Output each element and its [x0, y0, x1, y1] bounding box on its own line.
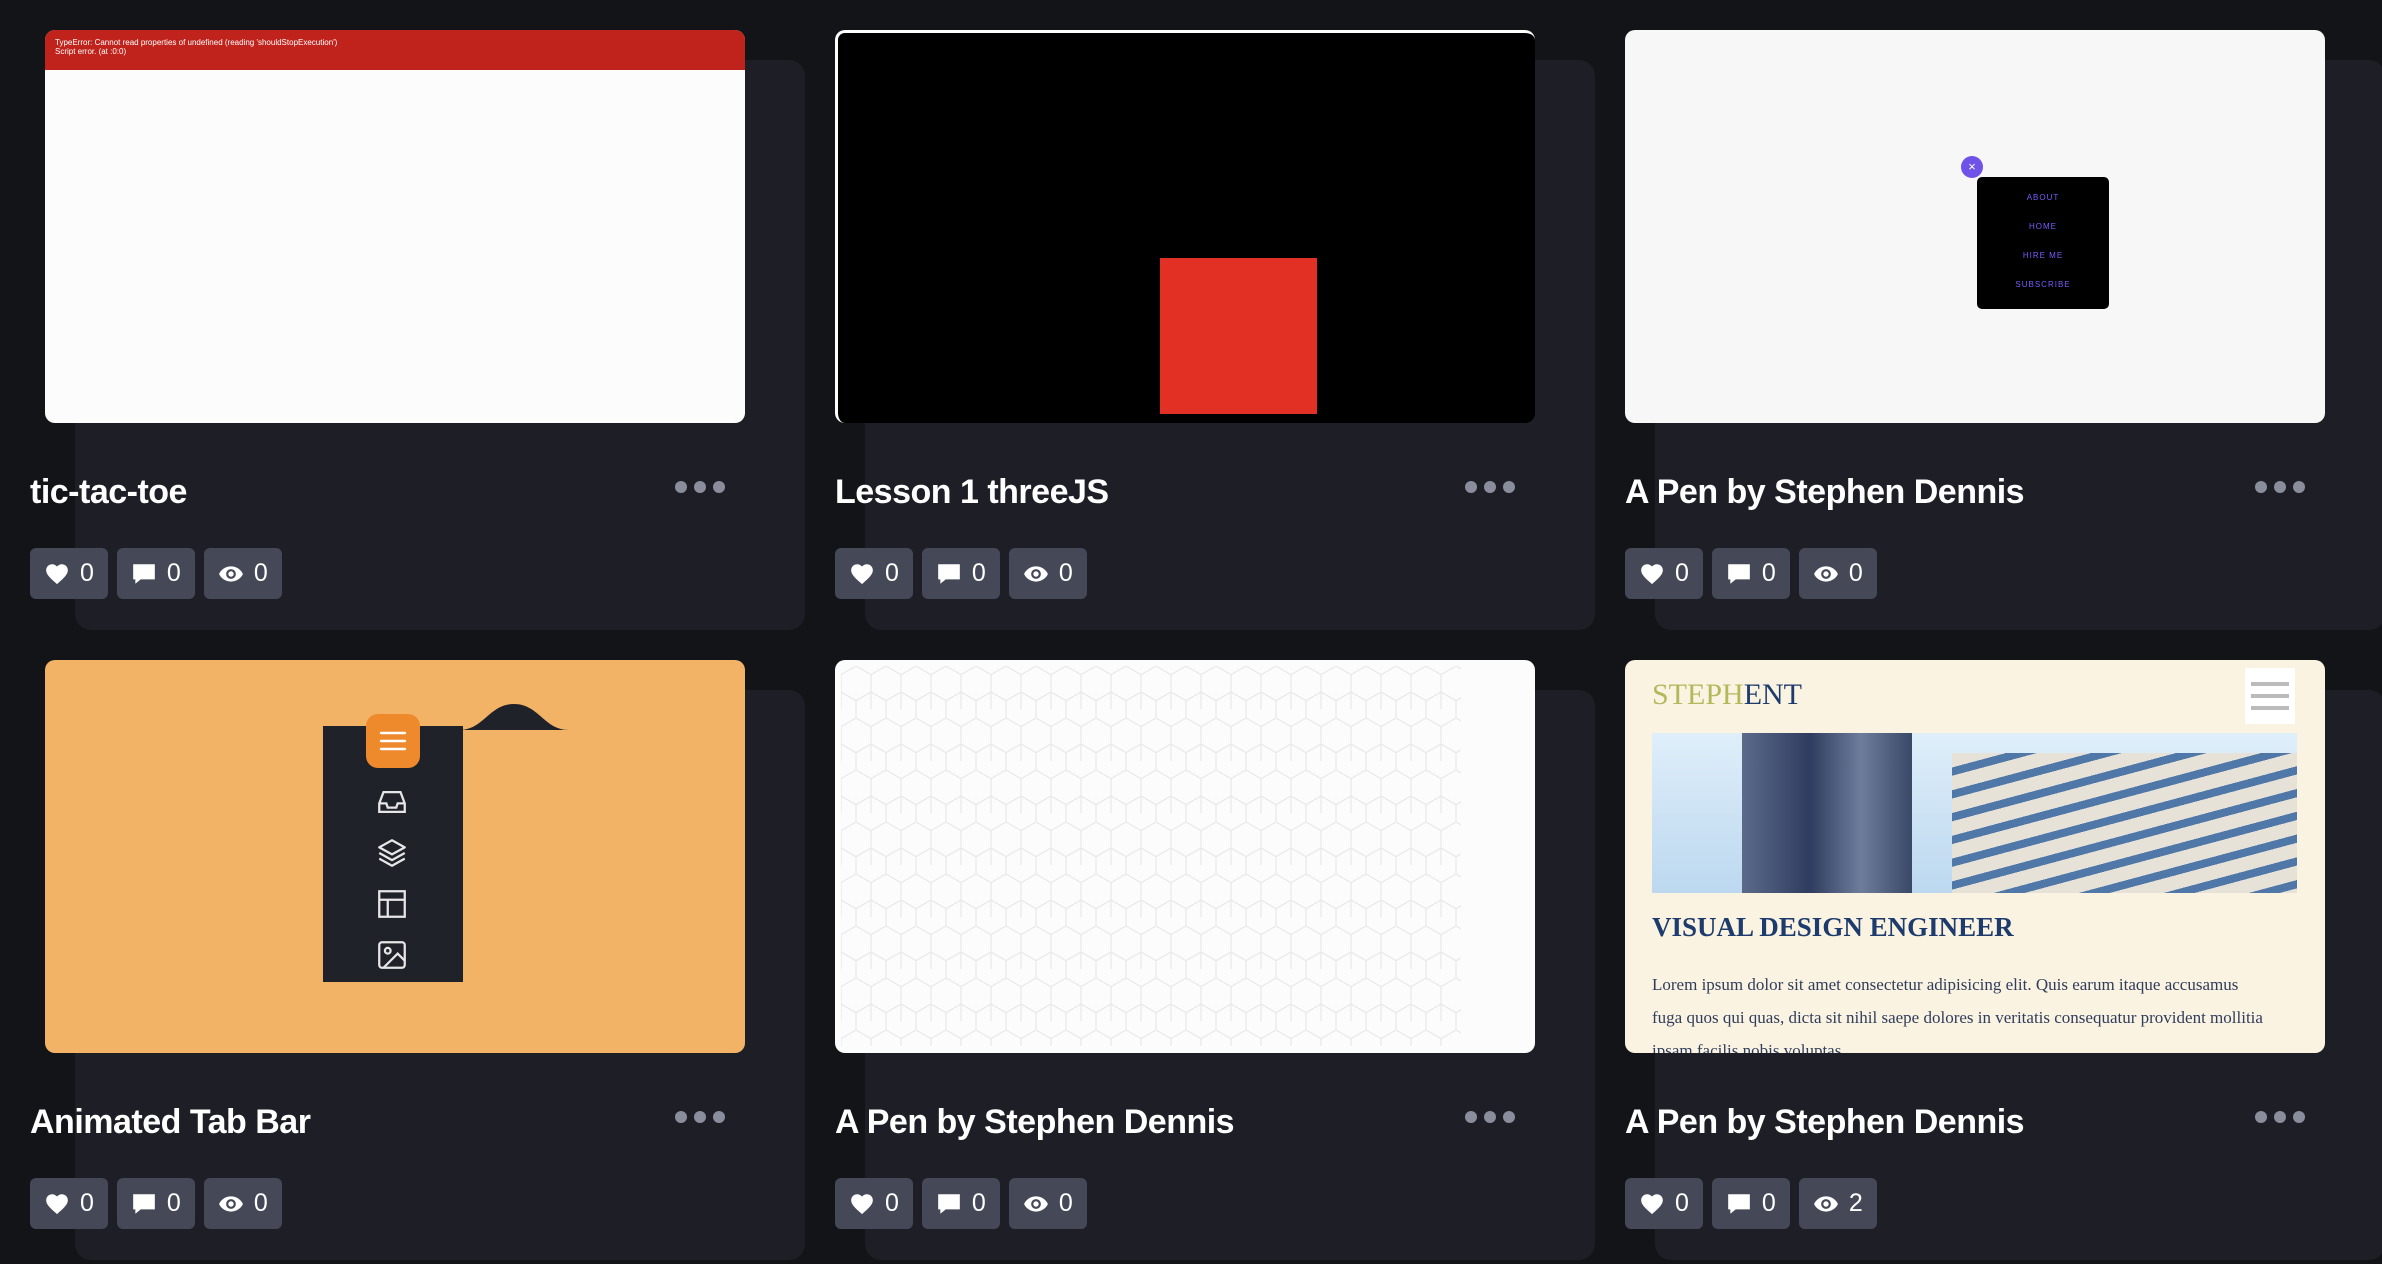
pen-preview[interactable]: STEPHENT VISUAL DESIGN ENGINEER Lorem ip…	[1625, 660, 2325, 1053]
views-button[interactable]: 0	[1008, 1178, 1087, 1229]
layers-icon[interactable]	[375, 836, 409, 870]
hamburger-icon[interactable]	[2245, 668, 2295, 724]
pen-title[interactable]: A Pen by Stephen Dennis	[1625, 1103, 2025, 1142]
views-button[interactable]: 0	[203, 548, 282, 599]
error-banner: TypeError: Cannot read properties of und…	[45, 30, 745, 70]
pen-title[interactable]: A Pen by Stephen Dennis	[1625, 473, 2025, 512]
pen-card: TypeError: Cannot read properties of und…	[30, 30, 805, 630]
pen-stats: 0 0 0	[30, 548, 282, 599]
pen-title[interactable]: A Pen by Stephen Dennis	[835, 1103, 1235, 1142]
more-options-button[interactable]	[2255, 481, 2307, 495]
eye-icon	[1813, 561, 1839, 587]
site-heading: VISUAL DESIGN ENGINEER	[1652, 912, 2014, 942]
red-cube	[1160, 258, 1317, 414]
comment-button[interactable]: 0	[116, 1178, 195, 1229]
pen-card: A Pen by Stephen Dennis 0 0 0	[835, 660, 1595, 1260]
heart-icon	[1639, 561, 1665, 587]
comment-icon	[1726, 1191, 1752, 1217]
heart-icon	[849, 561, 875, 587]
like-button[interactable]: 0	[835, 1178, 913, 1229]
menu-item: HIRE ME	[2022, 251, 2064, 260]
eye-icon	[1023, 561, 1049, 587]
pen-stats: 0 0 0	[835, 548, 1087, 599]
pen-stats: 0 0 2	[1625, 1178, 1877, 1229]
pen-stats: 0 0 0	[30, 1178, 282, 1229]
eye-icon	[1813, 1191, 1839, 1217]
views-button[interactable]: 2	[1798, 1178, 1877, 1229]
pen-preview[interactable]	[45, 660, 745, 1053]
image-icon[interactable]	[375, 938, 409, 972]
views-button[interactable]: 0	[1008, 548, 1087, 599]
comment-icon	[936, 561, 962, 587]
views-button[interactable]: 0	[1798, 548, 1877, 599]
like-button[interactable]: 0	[835, 548, 913, 599]
more-options-button[interactable]	[2255, 1111, 2307, 1125]
pen-stats: 0 0 0	[835, 1178, 1087, 1229]
views-button[interactable]: 0	[203, 1178, 282, 1229]
heart-icon	[44, 1191, 70, 1217]
like-button[interactable]: 0	[30, 1178, 108, 1229]
pen-card: Animated Tab Bar 0 0 0	[30, 660, 805, 1260]
like-button[interactable]: 0	[1625, 1178, 1703, 1229]
heart-icon	[44, 561, 70, 587]
building-photo	[1652, 733, 2297, 893]
pen-title[interactable]: Animated Tab Bar	[30, 1103, 311, 1142]
pen-stats: 0 0 0	[1625, 548, 1877, 599]
menu-item: SUBSCRIBE	[2015, 280, 2071, 289]
comment-icon	[131, 1191, 157, 1217]
pen-title[interactable]: Lesson 1 threeJS	[835, 473, 1109, 512]
comment-button[interactable]: 0	[921, 1178, 1000, 1229]
pen-card: STEPHENT VISUAL DESIGN ENGINEER Lorem ip…	[1625, 660, 2382, 1260]
hexagon-pattern	[841, 666, 1461, 1046]
pen-card: Lesson 1 threeJS 0 0 0	[835, 30, 1595, 630]
ellipsis-icon	[1465, 481, 1477, 493]
pen-title[interactable]: tic-tac-toe	[30, 473, 187, 512]
comment-icon	[1726, 561, 1752, 587]
like-button[interactable]: 0	[30, 548, 108, 599]
more-options-button[interactable]	[675, 481, 727, 495]
pen-preview[interactable]	[835, 660, 1535, 1053]
menu-item: HOME	[2029, 222, 2057, 231]
tab-menu-active[interactable]	[366, 714, 420, 768]
pen-preview[interactable]: × ABOUT HOME HIRE ME SUBSCRIBE	[1625, 30, 2325, 423]
site-paragraph: Lorem ipsum dolor sit amet consectetur a…	[1652, 975, 2263, 1053]
comment-button[interactable]: 0	[1711, 1178, 1790, 1229]
close-icon: ×	[1961, 156, 1983, 178]
ellipsis-icon	[2255, 481, 2267, 493]
inbox-icon[interactable]	[375, 785, 409, 819]
heart-icon	[1639, 1191, 1665, 1217]
more-options-button[interactable]	[675, 1111, 727, 1125]
menu-item: ABOUT	[2026, 193, 2060, 202]
like-button[interactable]: 0	[1625, 548, 1703, 599]
ellipsis-icon	[675, 1111, 687, 1123]
pen-preview[interactable]: TypeError: Cannot read properties of und…	[45, 30, 745, 423]
site-logo: STEPHENT	[1652, 678, 1803, 711]
ellipsis-icon	[1465, 1111, 1477, 1123]
more-options-button[interactable]	[1465, 1111, 1517, 1125]
pen-preview[interactable]	[835, 30, 1535, 423]
heart-icon	[849, 1191, 875, 1217]
wave-shape	[459, 704, 569, 730]
eye-icon	[1023, 1191, 1049, 1217]
hamburger-icon	[379, 731, 407, 751]
ellipsis-icon	[675, 481, 687, 493]
comment-button[interactable]: 0	[116, 548, 195, 599]
comment-button[interactable]: 0	[1711, 548, 1790, 599]
more-options-button[interactable]	[1465, 481, 1517, 495]
eye-icon	[218, 561, 244, 587]
layout-icon[interactable]	[375, 887, 409, 921]
eye-icon	[218, 1191, 244, 1217]
ellipsis-icon	[2255, 1111, 2267, 1123]
comment-button[interactable]: 0	[921, 548, 1000, 599]
pen-card: × ABOUT HOME HIRE ME SUBSCRIBE A Pen by …	[1625, 30, 2382, 630]
nav-menu: ABOUT HOME HIRE ME SUBSCRIBE	[1977, 177, 2109, 309]
comment-icon	[936, 1191, 962, 1217]
comment-icon	[131, 561, 157, 587]
